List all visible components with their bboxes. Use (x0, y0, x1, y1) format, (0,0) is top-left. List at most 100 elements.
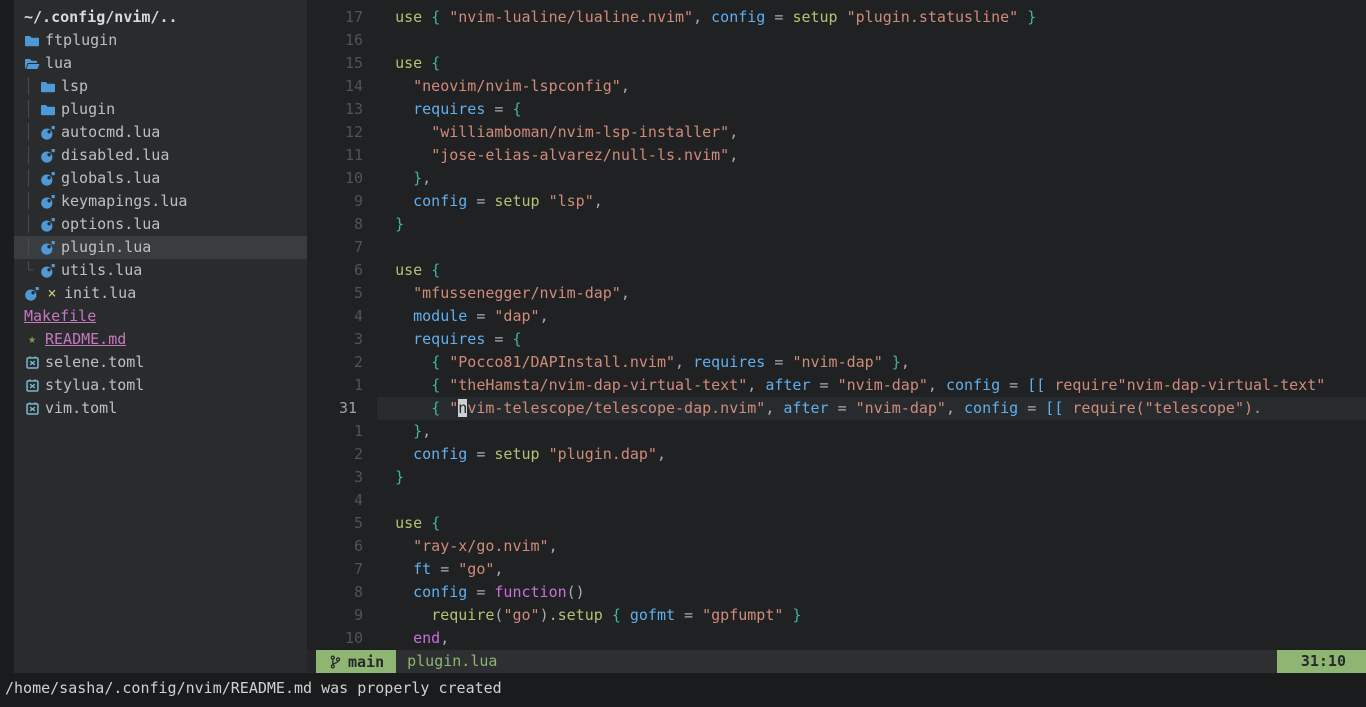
line-number: 6 (307, 259, 377, 282)
code-line[interactable]: 6 "ray-x/go.nvim", (307, 535, 1366, 558)
line-number: 12 (307, 121, 377, 144)
code-token (377, 215, 395, 233)
code-line[interactable]: 2 { "Pocco81/DAPInstall.nvim", requires … (307, 351, 1366, 374)
code-line[interactable]: 12 "williamboman/nvim-lsp-installer", (307, 121, 1366, 144)
code-line[interactable]: 4 (307, 489, 1366, 512)
code-line-text: config = setup "plugin.dap", (377, 443, 1366, 466)
code-line[interactable]: 11 "jose-elias-alvarez/null-ls.nvim", (307, 144, 1366, 167)
code-token: , (946, 399, 964, 417)
code-token (440, 353, 449, 371)
code-line[interactable]: 10 }, (307, 167, 1366, 190)
tree-item-readme-md[interactable]: ★README.md (14, 328, 307, 351)
code-line[interactable]: 8 config = function() (307, 581, 1366, 604)
toml-icon (24, 355, 40, 371)
tree-item-label: stylua.toml (45, 374, 144, 397)
code-token (377, 192, 413, 210)
code-token (377, 376, 431, 394)
git-branch-badge: main (316, 650, 396, 673)
code-line[interactable]: 8 } (307, 213, 1366, 236)
code-token: vim-telescope/telescope-dap.nvim" (467, 399, 765, 417)
tree-item-label: README.md (45, 328, 126, 351)
line-number: 9 (307, 190, 377, 213)
line-number: 11 (307, 144, 377, 167)
code-line[interactable]: 6 use { (307, 259, 1366, 282)
code-token: function (494, 583, 566, 601)
tree-item-plugin[interactable]: │plugin (14, 98, 307, 121)
code-line[interactable]: 16 (307, 29, 1366, 52)
folder-icon (24, 33, 40, 49)
code-line[interactable]: 9 config = setup "lsp", (307, 190, 1366, 213)
code-token (377, 77, 413, 95)
statusline: main plugin.lua 31:10 (307, 650, 1366, 673)
code-line[interactable]: 17 use { "nvim-lualine/lualine.nvim", co… (307, 6, 1366, 29)
tree-item-stylua-toml[interactable]: stylua.toml (14, 374, 307, 397)
code-token: config (413, 192, 467, 210)
code-token (377, 583, 413, 601)
tree-item-label: lua (45, 52, 72, 75)
tree-item-disabled-lua[interactable]: │disabled.lua (14, 144, 307, 167)
code-token: "neovim/nvim-lspconfig" (413, 77, 621, 95)
code-line[interactable]: 5 "mfussenegger/nvim-dap", (307, 282, 1366, 305)
tree-item-lsp[interactable]: │lsp (14, 75, 307, 98)
code-token: = (810, 376, 837, 394)
tree-item-utils-lua[interactable]: └utils.lua (14, 259, 307, 282)
tree-item-keymapings-lua[interactable]: │keymapings.lua (14, 190, 307, 213)
folder-icon (40, 79, 56, 95)
code-line[interactable]: 13 requires = { (307, 98, 1366, 121)
code-line-current[interactable]: 31 { "nvim-telescope/telescope-dap.nvim"… (307, 397, 1366, 420)
code-token: "nvim-dap" (838, 376, 928, 394)
code-token: , (549, 537, 558, 555)
tree-item-options-lua[interactable]: │options.lua (14, 213, 307, 236)
code-token: , (621, 77, 630, 95)
tree-indent-guide: │ (24, 98, 40, 121)
code-line[interactable]: 1 }, (307, 420, 1366, 443)
tree-item-makefile[interactable]: Makefile (14, 305, 307, 328)
tree-item-globals-lua[interactable]: │globals.lua (14, 167, 307, 190)
code-token: "plugin.statusline" (847, 8, 1019, 26)
code-token: , (729, 146, 738, 164)
code-token: config (413, 445, 467, 463)
tree-item-lua[interactable]: lua (14, 52, 307, 75)
code-line[interactable]: 9 require("go").setup { gofmt = "gpfumpt… (307, 604, 1366, 627)
tree-items: ftpluginlua│lsp│plugin│autocmd.lua│disab… (14, 29, 307, 420)
code-line[interactable]: 3 } (307, 466, 1366, 489)
tree-item-init-lua[interactable]: ×init.lua (14, 282, 307, 305)
lua-icon (40, 148, 56, 164)
code-token: requires (413, 330, 485, 348)
toml-icon (24, 378, 40, 394)
tree-indent-guide: │ (24, 75, 40, 98)
code-line[interactable]: 10 end, (307, 627, 1366, 650)
tree-indent-guide: │ (24, 213, 40, 236)
line-number: 8 (307, 213, 377, 236)
code-line[interactable]: 2 config = setup "plugin.dap", (307, 443, 1366, 466)
code-token (377, 100, 413, 118)
tree-item-vim-toml[interactable]: vim.toml (14, 397, 307, 420)
code-token: , (422, 169, 431, 187)
tree-item-selene-toml[interactable]: selene.toml (14, 351, 307, 374)
code-line[interactable]: 4 module = "dap", (307, 305, 1366, 328)
code-token: [[ (1027, 376, 1045, 394)
tree-item-label: globals.lua (61, 167, 160, 190)
code-token: setup (494, 445, 539, 463)
code-token (377, 54, 395, 72)
code-buffer[interactable]: 17 use { "nvim-lualine/lualine.nvim", co… (307, 0, 1366, 650)
tree-item-ftplugin[interactable]: ftplugin (14, 29, 307, 52)
code-line[interactable]: 7 ft = "go", (307, 558, 1366, 581)
code-token: "go" (458, 560, 494, 578)
code-line[interactable]: 14 "neovim/nvim-lspconfig", (307, 75, 1366, 98)
star-icon: ★ (24, 328, 40, 351)
code-line-text: requires = { (377, 328, 1366, 351)
code-token: } (413, 422, 422, 440)
code-line[interactable]: 5 use { (307, 512, 1366, 535)
code-token (440, 8, 449, 26)
code-token: setup (792, 8, 837, 26)
line-number: 9 (307, 604, 377, 627)
code-line[interactable]: 3 requires = { (307, 328, 1366, 351)
code-line[interactable]: 1 { "theHamsta/nvim-dap-virtual-text", a… (307, 374, 1366, 397)
tree-item-autocmd-lua[interactable]: │autocmd.lua (14, 121, 307, 144)
tree-item-plugin-lua[interactable]: │plugin.lua (14, 236, 307, 259)
line-number: 6 (307, 535, 377, 558)
code-line[interactable]: 15 use { (307, 52, 1366, 75)
code-token (377, 261, 395, 279)
code-line[interactable]: 7 (307, 236, 1366, 259)
